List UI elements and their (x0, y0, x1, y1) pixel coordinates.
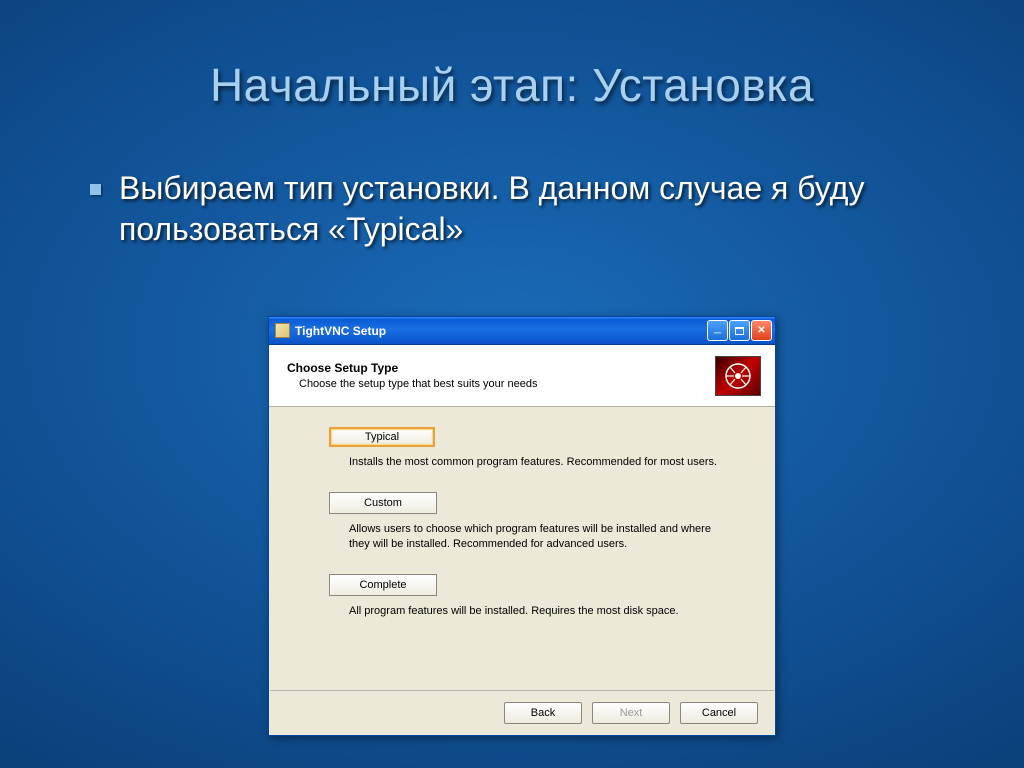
product-icon (715, 356, 761, 396)
slide-title: Начальный этап: Установка (0, 0, 1024, 112)
bullet-text: Выбираем тип установки. В данном случае … (119, 168, 944, 250)
wizard-heading: Choose Setup Type (287, 361, 537, 375)
bullet-block: Выбираем тип установки. В данном случае … (90, 168, 944, 250)
cancel-button[interactable]: Cancel (680, 702, 758, 724)
option-typical-button[interactable]: Typical (329, 427, 435, 447)
option-custom-desc: Allows users to choose which program fea… (349, 522, 719, 552)
close-button[interactable]: ✕ (751, 320, 772, 341)
next-button[interactable]: Next (592, 702, 670, 724)
minimize-button[interactable]: ─ (707, 320, 728, 341)
installer-window: TightVNC Setup ─ ✕ Choose Setup Type Cho… (268, 316, 776, 736)
wizard-subheading: Choose the setup type that best suits yo… (287, 378, 537, 390)
option-complete-button[interactable]: Complete (329, 574, 437, 596)
bullet-marker (90, 184, 101, 195)
option-typical-desc: Installs the most common program feature… (349, 455, 719, 470)
titlebar[interactable]: TightVNC Setup ─ ✕ (269, 317, 775, 345)
option-custom-button[interactable]: Custom (329, 492, 437, 514)
back-button[interactable]: Back (504, 702, 582, 724)
installer-icon (275, 323, 290, 338)
option-complete-desc: All program features will be installed. … (349, 604, 719, 619)
maximize-button[interactable] (729, 320, 750, 341)
wizard-header: Choose Setup Type Choose the setup type … (269, 345, 775, 407)
wizard-body: Typical Installs the most common program… (269, 407, 775, 618)
wizard-footer: Back Next Cancel (270, 690, 774, 734)
window-title: TightVNC Setup (295, 324, 707, 338)
